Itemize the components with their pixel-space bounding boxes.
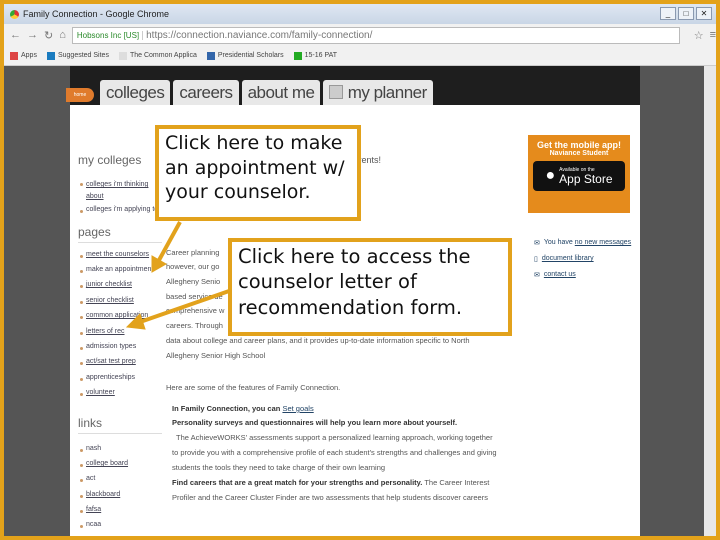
arrow-to-appointment xyxy=(156,221,182,263)
arrow-to-letters xyxy=(139,288,233,324)
annotation-appointment: Click here to make an appointment w/ you… xyxy=(155,125,361,221)
arrowhead-letters xyxy=(125,313,146,330)
annotation-letter: Click here to access the counselor lette… xyxy=(228,238,512,336)
